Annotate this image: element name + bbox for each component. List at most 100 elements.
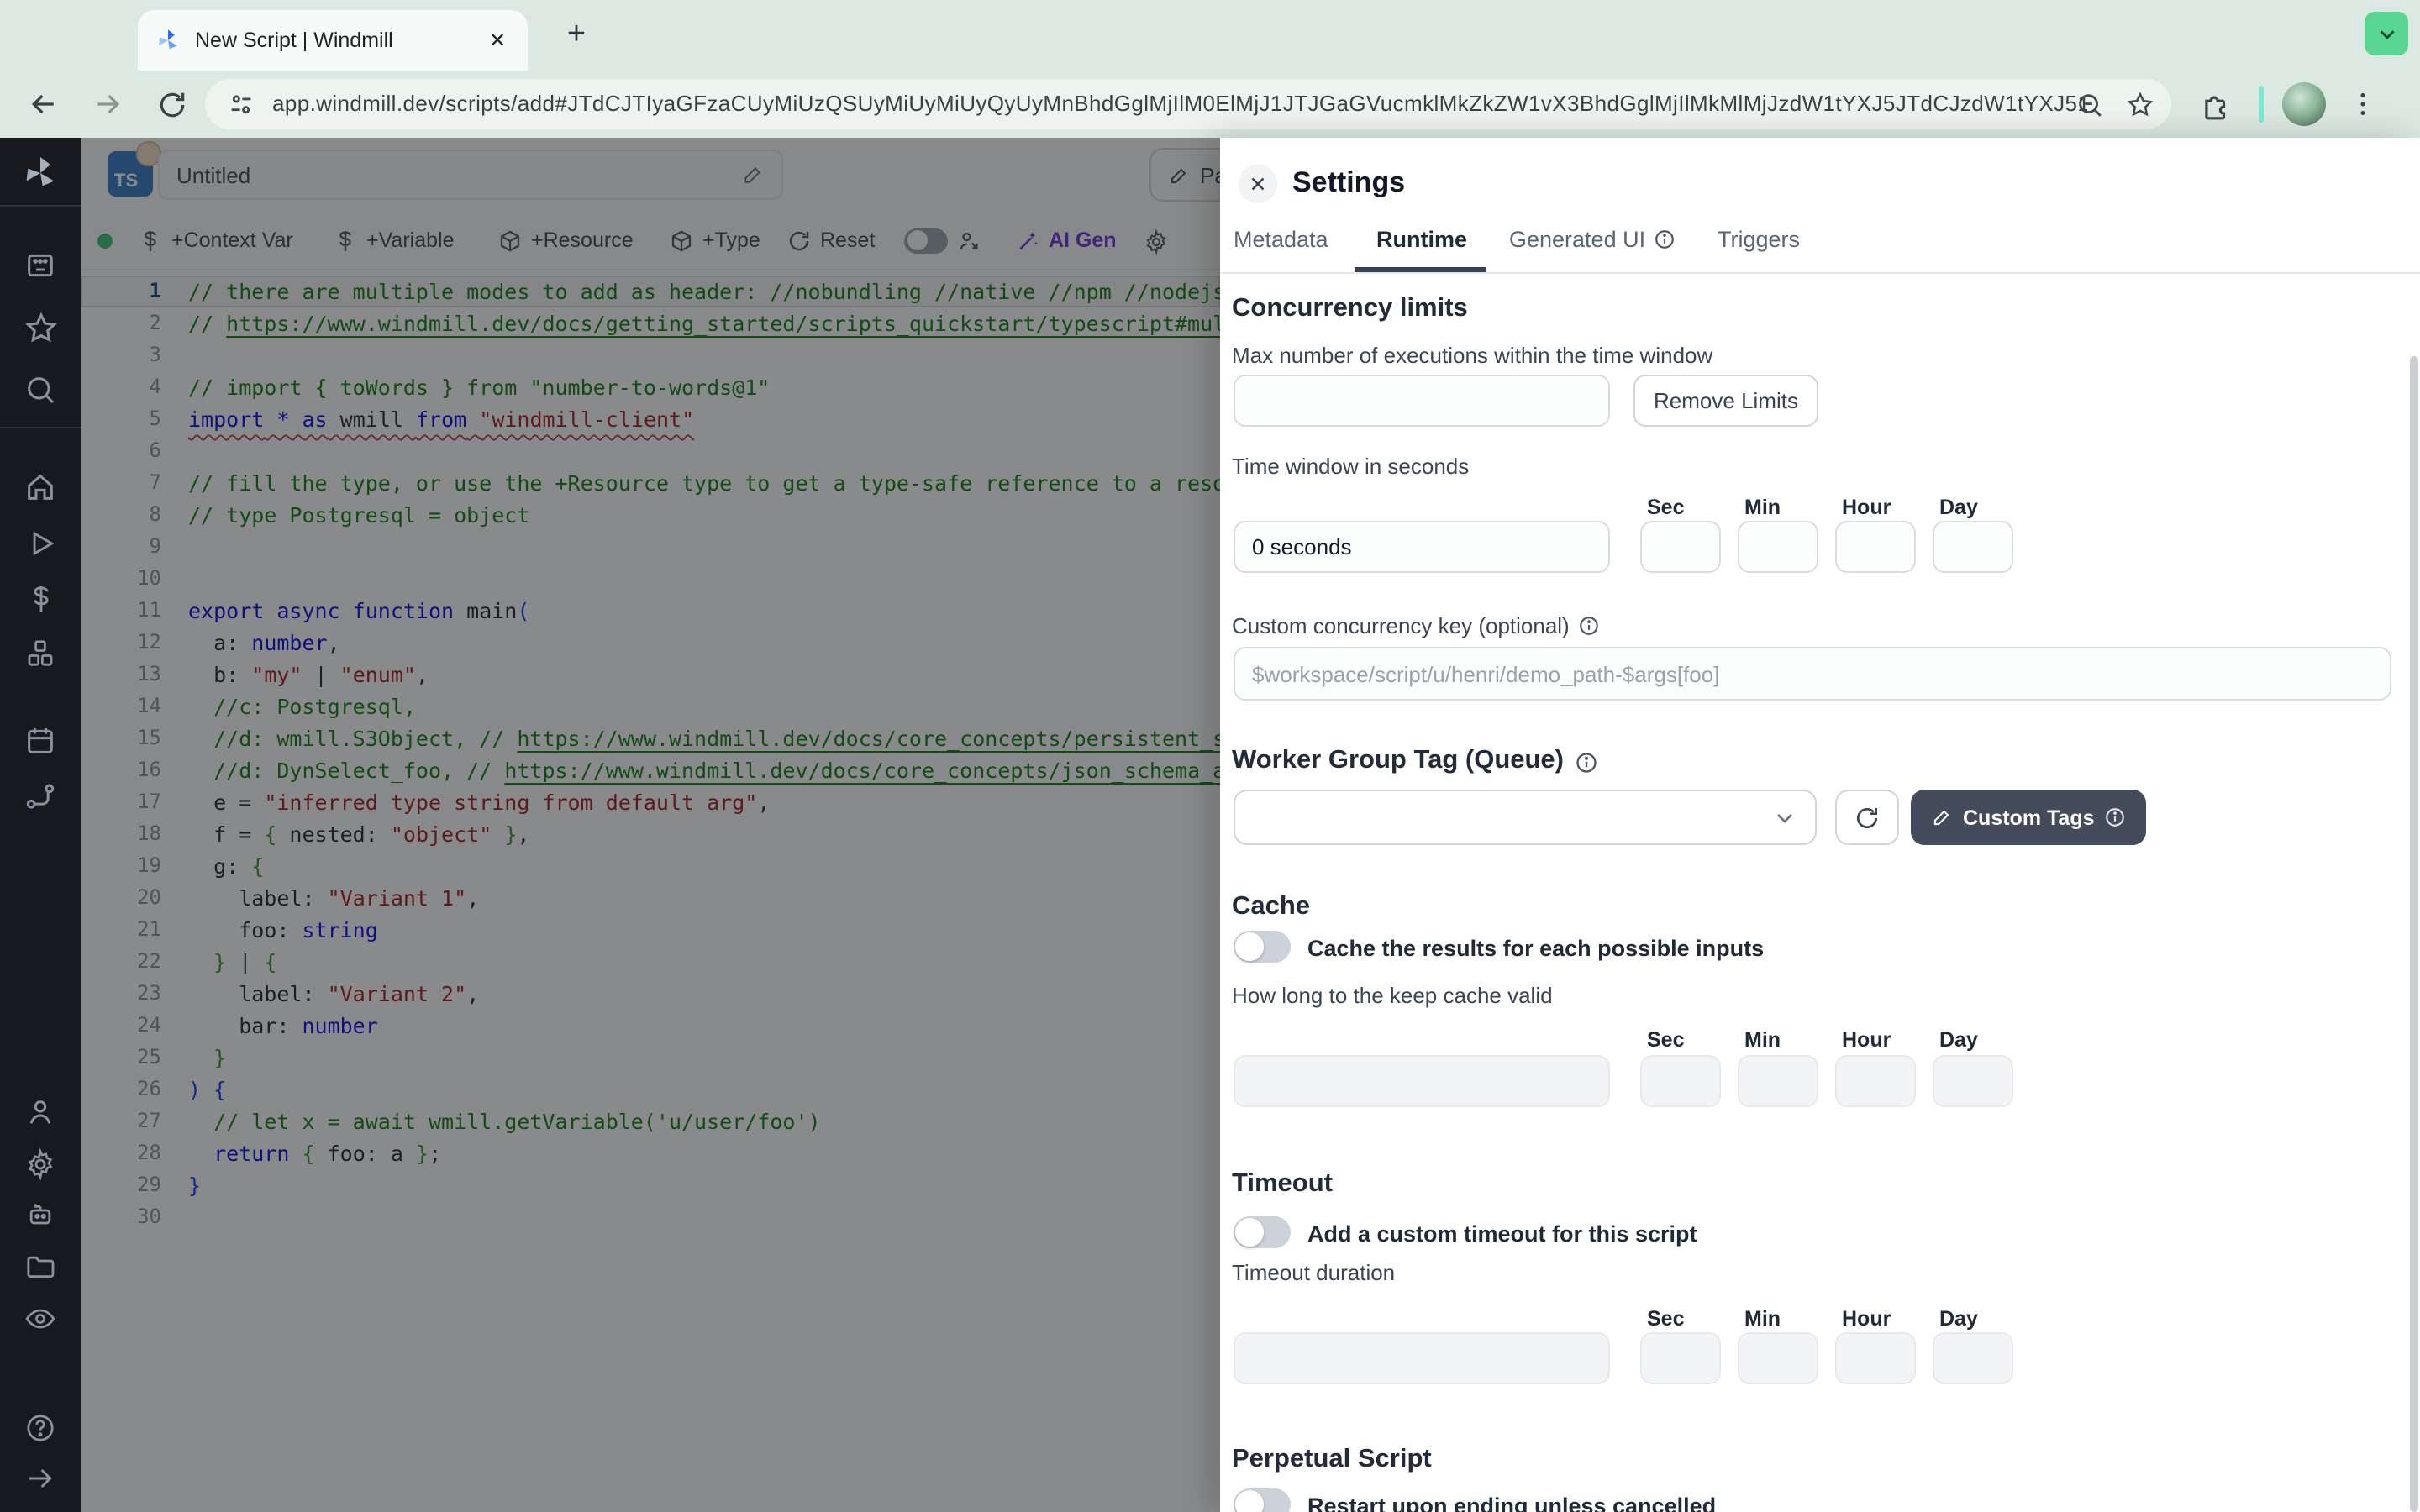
cache-min-input[interactable] bbox=[1738, 1055, 1818, 1107]
timeout-min-input[interactable] bbox=[1738, 1332, 1818, 1384]
windmill-logo-icon[interactable] bbox=[20, 153, 60, 193]
script-editor: TS Untitled Pa +Context Var bbox=[81, 138, 1220, 1512]
remove-limits-button[interactable]: Remove Limits bbox=[1634, 375, 1818, 427]
timeout-toggle[interactable] bbox=[1234, 1216, 1291, 1248]
unit-label-day: Day bbox=[1939, 496, 1978, 519]
cache-sec-input[interactable] bbox=[1640, 1055, 1721, 1107]
sidebar-separator bbox=[0, 427, 81, 428]
settings-gear-icon[interactable] bbox=[20, 1144, 60, 1184]
address-bar[interactable]: app.windmill.dev/scripts/add#JTdCJTIyaGF… bbox=[205, 79, 2171, 129]
help-icon[interactable] bbox=[20, 1408, 60, 1448]
cache-duration-input[interactable] bbox=[1234, 1055, 1610, 1107]
unit-label-day: Day bbox=[1939, 1307, 1978, 1331]
info-icon bbox=[1578, 615, 1600, 637]
time-window-value-input[interactable]: 0 seconds bbox=[1234, 521, 1610, 573]
time-window-label: Time window in seconds bbox=[1232, 454, 1469, 479]
perpetual-heading: Perpetual Script bbox=[1232, 1445, 1432, 1475]
search-icon[interactable] bbox=[20, 370, 60, 410]
settings-drawer: Settings Metadata Runtime Generated UI T… bbox=[1220, 138, 2420, 1512]
perpetual-toggle-label: Restart upon ending unless cancelled bbox=[1307, 1494, 1716, 1512]
flows-route-icon[interactable] bbox=[20, 776, 60, 816]
custom-key-placeholder: $workspace/script/u/henri/demo_path-$arg… bbox=[1252, 661, 1719, 686]
unit-label-day: Day bbox=[1939, 1028, 1978, 1052]
custom-tags-button[interactable]: Custom Tags bbox=[1911, 790, 2147, 845]
unit-label-sec: Sec bbox=[1647, 1307, 1685, 1331]
timeout-sec-input[interactable] bbox=[1640, 1332, 1721, 1384]
home-icon[interactable] bbox=[20, 467, 60, 507]
bookmark-star-icon[interactable] bbox=[2126, 91, 2154, 119]
time-window-day-input[interactable] bbox=[1933, 521, 2013, 573]
timeout-duration-label: Timeout duration bbox=[1232, 1260, 1395, 1285]
forward-icon[interactable] bbox=[87, 84, 128, 124]
custom-key-label: Custom concurrency key (optional) bbox=[1232, 613, 1570, 638]
windmill-favicon bbox=[155, 27, 182, 54]
expand-arrow-icon[interactable] bbox=[20, 1458, 60, 1499]
close-icon bbox=[1247, 173, 1269, 195]
folders-icon[interactable] bbox=[20, 1247, 60, 1287]
url-text: app.windmill.dev/scripts/add#JTdCJTIyaGF… bbox=[272, 79, 2087, 129]
tab-close-icon[interactable]: ✕ bbox=[484, 27, 511, 54]
browser-menu-icon[interactable] bbox=[2343, 84, 2383, 124]
timeout-day-input[interactable] bbox=[1933, 1332, 2013, 1384]
browser-tab[interactable]: New Script | Windmill ✕ bbox=[138, 10, 528, 71]
cache-day-input[interactable] bbox=[1933, 1055, 2013, 1107]
tab-generated-ui[interactable]: Generated UI bbox=[1509, 227, 1676, 252]
reload-icon[interactable] bbox=[151, 84, 192, 124]
tab-title: New Script | Windmill bbox=[195, 29, 471, 52]
tab-triggers[interactable]: Triggers bbox=[1718, 227, 1800, 252]
favorites-star-icon[interactable] bbox=[20, 307, 60, 348]
apps-icon[interactable] bbox=[20, 245, 60, 286]
user-icon[interactable] bbox=[20, 1092, 60, 1132]
site-info-icon[interactable] bbox=[227, 90, 255, 118]
custom-key-label-row: Custom concurrency key (optional) bbox=[1232, 613, 1600, 638]
app-sidebar bbox=[0, 138, 81, 1512]
refresh-icon bbox=[1854, 804, 1881, 831]
sidebar-separator bbox=[0, 205, 81, 207]
cache-hour-input[interactable] bbox=[1835, 1055, 1916, 1107]
resources-cubes-icon[interactable] bbox=[20, 633, 60, 674]
custom-key-input[interactable]: $workspace/script/u/henri/demo_path-$arg… bbox=[1234, 647, 2391, 701]
runs-play-icon[interactable] bbox=[20, 522, 60, 563]
worker-group-select[interactable] bbox=[1234, 790, 1817, 845]
browser-toolbar: app.windmill.dev/scripts/add#JTdCJTIyaGF… bbox=[0, 71, 2420, 138]
time-window-min-input[interactable] bbox=[1738, 521, 1818, 573]
browser-corner-chevron-button[interactable] bbox=[2365, 12, 2408, 55]
zoom-icon[interactable] bbox=[2075, 91, 2104, 119]
perpetual-toggle[interactable] bbox=[1234, 1488, 1291, 1512]
back-icon[interactable] bbox=[24, 84, 64, 124]
cache-duration-label: How long to the keep cache valid bbox=[1232, 983, 1553, 1008]
settings-title: Settings bbox=[1292, 166, 1405, 200]
unit-label-hour: Hour bbox=[1842, 1028, 1891, 1052]
time-window-sec-input[interactable] bbox=[1640, 521, 1721, 573]
variables-dollar-icon[interactable] bbox=[20, 578, 60, 618]
close-settings-button[interactable] bbox=[1239, 165, 1277, 203]
drawer-scrollbar[interactable] bbox=[2410, 356, 2418, 1512]
info-icon bbox=[1654, 228, 1676, 250]
chevron-down-icon bbox=[2374, 21, 2399, 46]
modal-overlay[interactable] bbox=[81, 138, 1220, 1512]
timeout-toggle-label: Add a custom timeout for this script bbox=[1307, 1221, 1697, 1247]
schedules-calendar-icon[interactable] bbox=[20, 721, 60, 761]
unit-label-min: Min bbox=[1744, 1028, 1781, 1052]
max-executions-input[interactable] bbox=[1234, 375, 1610, 427]
timeout-duration-input[interactable] bbox=[1234, 1332, 1610, 1384]
profile-avatar[interactable] bbox=[2282, 82, 2326, 126]
extensions-icon[interactable] bbox=[2195, 84, 2235, 124]
cache-toggle-label: Cache the results for each possible inpu… bbox=[1307, 936, 1764, 961]
time-window-hour-input[interactable] bbox=[1835, 521, 1916, 573]
info-icon bbox=[1574, 750, 1596, 772]
unit-label-sec: Sec bbox=[1647, 496, 1685, 519]
toolbar-divider bbox=[2259, 86, 2264, 123]
unit-label-sec: Sec bbox=[1647, 1028, 1685, 1052]
tab-metadata[interactable]: Metadata bbox=[1234, 227, 1328, 252]
ai-robot-icon[interactable] bbox=[20, 1194, 60, 1235]
cache-toggle[interactable] bbox=[1234, 931, 1291, 963]
refresh-tags-button[interactable] bbox=[1835, 790, 1899, 845]
new-tab-button[interactable]: + bbox=[555, 13, 598, 57]
tab-runtime[interactable]: Runtime bbox=[1376, 227, 1467, 252]
chevron-down-icon bbox=[1771, 805, 1798, 832]
unit-label-min: Min bbox=[1744, 496, 1781, 519]
timeout-hour-input[interactable] bbox=[1835, 1332, 1916, 1384]
eye-icon[interactable] bbox=[20, 1299, 60, 1339]
unit-label-min: Min bbox=[1744, 1307, 1781, 1331]
